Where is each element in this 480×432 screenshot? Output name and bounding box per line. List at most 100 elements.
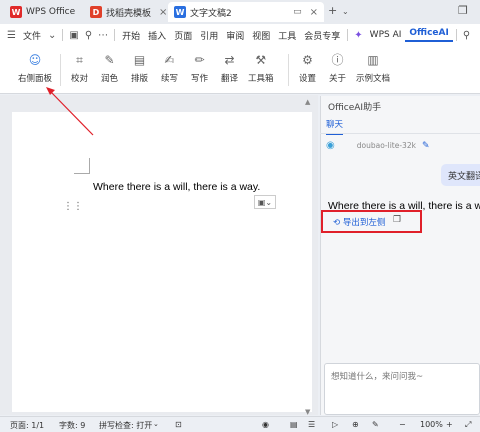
title-bar: W WPS Office D 找稻壳模板 × W 文字文稿2 ▭ × + ⌄ ❐ [0, 0, 480, 24]
eye-icon[interactable]: ◉ [262, 420, 269, 429]
restore-window-icon[interactable]: ❐ [458, 4, 468, 17]
export-icon: ⟲ [333, 218, 341, 228]
translate-button[interactable]: ⇄ 翻译 [221, 52, 238, 84]
continue-write-button[interactable]: ✍ 续写 [161, 52, 178, 84]
outline-view-icon[interactable]: ☰ [308, 420, 315, 429]
sample-doc-button[interactable]: ▥ 示例文档 [356, 52, 390, 84]
layout-button[interactable]: ▤ 排版 [131, 52, 148, 84]
robot-icon: ☺ [28, 53, 42, 67]
spellcheck-status[interactable]: 拼写检查: 打开 [99, 420, 152, 431]
chevron-down-icon[interactable]: ⌄ [342, 7, 349, 16]
zoom-out-icon[interactable]: − [399, 420, 406, 429]
settings-button[interactable]: ⚙ 设置 [299, 52, 316, 84]
divider [288, 54, 289, 86]
search-icon[interactable]: ⚲ [460, 30, 473, 41]
menu-membership[interactable]: 会员专享 [300, 29, 344, 42]
page-view-icon[interactable]: ▤ [290, 420, 298, 429]
tab-document[interactable]: W 文字文稿2 ▭ × [168, 2, 324, 22]
info-icon: ⓘ [331, 53, 344, 67]
button-label: 设置 [299, 74, 317, 84]
divider [320, 133, 480, 134]
chat-input-box[interactable] [324, 363, 480, 415]
monitor-icon[interactable]: ▭ [293, 7, 302, 17]
proofread-icon: ⌗ [76, 53, 83, 67]
chevron-down-icon[interactable]: ⌄ [153, 420, 159, 428]
export-to-left-button[interactable]: ⟲ 导出到左侧 [333, 216, 385, 228]
menu-wps-ai[interactable]: WPS AI [366, 30, 406, 40]
about-button[interactable]: ⓘ 关于 [329, 52, 346, 84]
copy-icon[interactable]: ❐ [393, 215, 401, 225]
wps-ai-icon: ✦ [354, 29, 363, 41]
menu-home[interactable]: 开始 [118, 29, 144, 42]
save-icon[interactable]: ▣ [66, 30, 81, 41]
tab-label: 文字文稿2 [190, 8, 232, 19]
word-count[interactable]: 字数: 9 [59, 420, 85, 431]
menu-tools[interactable]: 工具 [274, 29, 300, 42]
scroll-up-icon[interactable]: ▲ [305, 98, 310, 106]
tab-daoke-templates[interactable]: D 找稻壳模板 × [84, 2, 173, 22]
close-icon[interactable]: × [310, 7, 318, 18]
clipboard-icon: ▣⌄ [257, 197, 273, 207]
model-row: ◉ doubao-lite-32k ✎ [322, 140, 480, 151]
divider [347, 29, 349, 41]
chevron-down-icon[interactable]: ⌄ [45, 30, 59, 41]
divider [455, 29, 457, 41]
menu-page[interactable]: 页面 [170, 29, 196, 42]
tab-wps-office[interactable]: W WPS Office [4, 2, 81, 22]
more-icon[interactable]: ⋯ [95, 30, 111, 41]
status-bar: 页面: 1/1 字数: 9 拼写检查: 打开 ⌄ ⊡ ◉ ▤ ☰ ▷ ⊕ ✎ −… [0, 416, 480, 432]
fit-page-icon[interactable]: ⤢ [465, 420, 471, 430]
web-view-icon[interactable]: ⊕ [352, 420, 359, 429]
translate-icon: ⇄ [224, 53, 235, 67]
continue-write-icon: ✍ [164, 53, 175, 67]
page-indicator[interactable]: 页面: 1/1 [10, 420, 44, 431]
menu-insert[interactable]: 插入 [144, 29, 170, 42]
right-panel-button[interactable]: ☺ 右侧面板 [18, 52, 52, 84]
polish-icon: ✎ [104, 53, 115, 67]
edit-icon[interactable]: ✎ [422, 141, 430, 151]
vertical-scrollbar[interactable]: ▲ ▼ [305, 98, 313, 416]
menu-officeai[interactable]: OfficeAI [405, 28, 453, 42]
document-page[interactable] [12, 112, 312, 412]
tab-label: WPS Office [26, 7, 76, 17]
button-label: 写作 [191, 74, 209, 84]
menu-file[interactable]: 文件 [19, 29, 45, 42]
search-doc-icon[interactable]: ⚲ [82, 30, 95, 41]
button-label: 排版 [131, 74, 149, 84]
menu-references[interactable]: 引用 [196, 29, 222, 42]
polish-button[interactable]: ✎ 润色 [101, 52, 118, 84]
proofread-button[interactable]: ⌗ 校对 [71, 52, 88, 84]
settings-icon: ⚙ [302, 53, 313, 67]
play-icon[interactable]: ▷ [332, 420, 338, 429]
pen-icon[interactable]: ✎ [372, 420, 379, 429]
new-tab-button[interactable]: + [328, 4, 337, 17]
document-text[interactable]: Where there is a will, there is a way. [93, 181, 260, 193]
button-label: 示例文档 [356, 74, 391, 84]
menu-review[interactable]: 审阅 [222, 29, 248, 42]
layout-icon: ▤ [133, 53, 146, 67]
zoom-in-icon[interactable]: + [446, 420, 453, 429]
model-name[interactable]: doubao-lite-32k [357, 141, 416, 150]
panel-title: OfficeAI助手 [328, 103, 382, 113]
menu-view[interactable]: 视图 [248, 29, 274, 42]
user-message-bubble: 英文翻译 [441, 164, 480, 186]
button-label: 翻译 [221, 74, 239, 84]
scroll-down-icon[interactable]: ▼ [305, 408, 310, 416]
toolbox-button[interactable]: ⚒ 工具箱 [248, 52, 274, 84]
protect-icon[interactable]: ⊡ [175, 420, 182, 429]
paste-options-button[interactable]: ▣⌄ [254, 195, 276, 209]
chat-input[interactable] [325, 364, 475, 382]
write-button[interactable]: ✏ 写作 [191, 52, 208, 84]
zoom-level[interactable]: 100% [420, 420, 443, 429]
hamburger-icon[interactable]: ☰ [4, 30, 19, 41]
button-label: 关于 [329, 74, 347, 84]
bot-avatar-icon: ◉ [326, 140, 335, 151]
button-label: 润色 [101, 74, 119, 84]
button-label: 续写 [161, 74, 179, 84]
write-icon: ✏ [194, 53, 205, 67]
toolbox-icon: ⚒ [255, 53, 267, 67]
divider [60, 54, 61, 86]
drag-handle-icon[interactable]: ⋮⋮ [63, 202, 83, 212]
close-icon[interactable]: × [159, 7, 167, 18]
divider [114, 29, 116, 41]
